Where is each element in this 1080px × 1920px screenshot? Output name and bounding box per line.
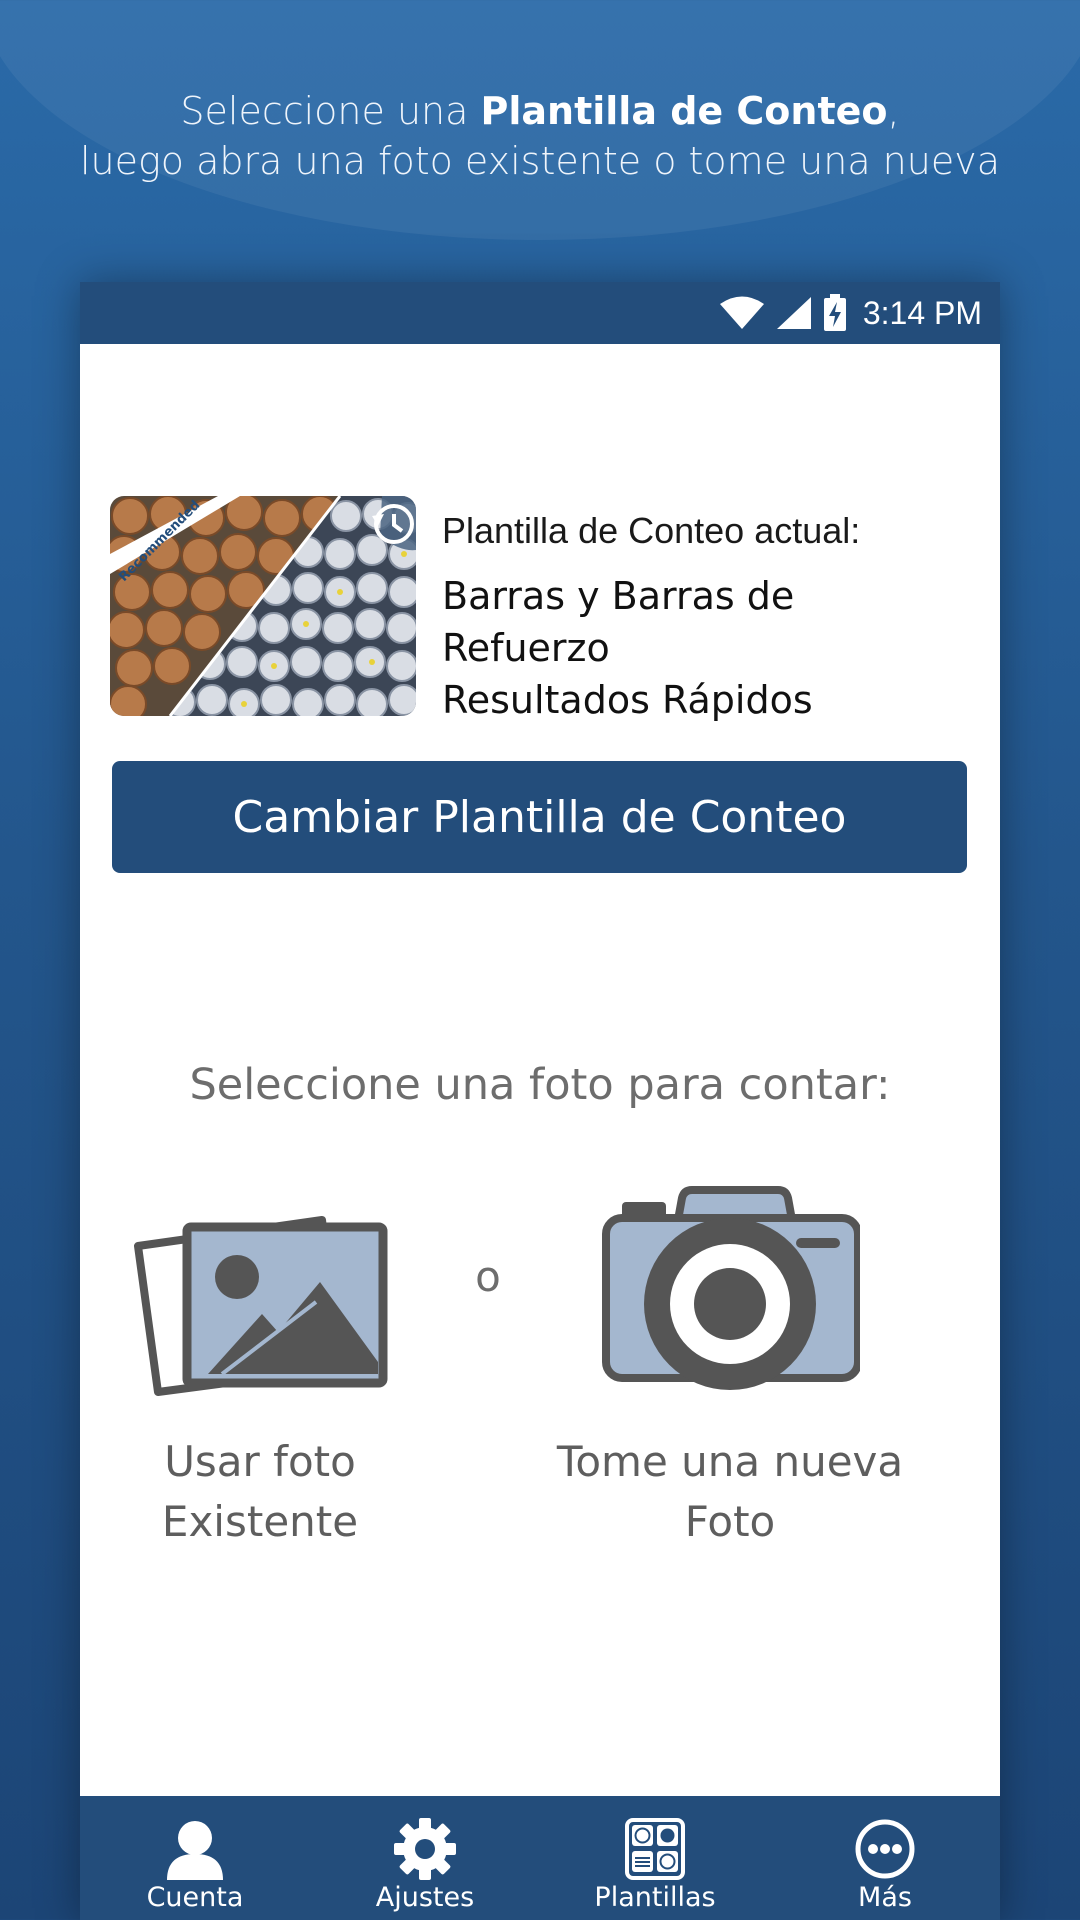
new-label-line1: Tome una nueva: [556, 1437, 904, 1486]
page-headline: Seleccione una Plantilla de Conteo, lueg…: [0, 86, 1080, 186]
existing-label-line2: Existente: [161, 1497, 359, 1546]
headline-bold: Plantilla de Conteo: [480, 89, 888, 133]
battery-charging-icon: [823, 294, 846, 331]
phone-screen: 3:14 PM Recommended Plantilla de Conteo …: [80, 282, 1000, 1920]
nav-label-cuenta: Cuenta: [146, 1882, 244, 1913]
nav-item-cuenta[interactable]: Cuenta: [105, 1796, 285, 1913]
template-thumbnail: Recommended: [110, 496, 416, 716]
nav-label-plantillas: Plantillas: [594, 1882, 716, 1913]
nav-item-ajustes[interactable]: Ajustes: [335, 1796, 515, 1913]
gear-icon: [394, 1818, 456, 1880]
bottom-navigation: Cuenta Ajustes Plantillas Más: [80, 1796, 1000, 1920]
headline-line2: luego abra una foto existente o tome una…: [79, 139, 1000, 183]
headline-suffix: ,: [887, 89, 900, 133]
camera-icon: [602, 1186, 862, 1390]
nav-item-mas[interactable]: Más: [795, 1796, 975, 1913]
status-bar: 3:14 PM: [80, 282, 1000, 344]
or-separator: o: [475, 1252, 501, 1301]
signal-icon: [776, 297, 811, 329]
more-icon: [855, 1819, 915, 1879]
existing-label-line1: Usar foto: [164, 1437, 356, 1486]
template-name-line2: Resultados Rápidos: [442, 678, 813, 722]
template-name-line1: Barras y Barras de Refuerzo: [442, 574, 795, 670]
templates-icon: [625, 1818, 685, 1880]
person-icon: [167, 1821, 223, 1880]
take-new-photo-option[interactable]: Tome una nueva Foto: [540, 1182, 920, 1552]
use-existing-photo-option[interactable]: Usar foto Existente: [130, 1182, 390, 1552]
template-heading: Plantilla de Conteo actual:: [442, 510, 861, 551]
gallery-icon: [134, 1216, 388, 1396]
template-info: Plantilla de Conteo actual: Barras y Bar…: [442, 496, 970, 722]
select-photo-title: Seleccione una foto para contar:: [189, 1060, 891, 1110]
wifi-icon: [719, 296, 764, 329]
change-template-button[interactable]: Cambiar Plantilla de Conteo: [112, 761, 967, 873]
status-time: 3:14 PM: [862, 294, 982, 331]
current-template-card[interactable]: Recommended Plantilla de Conteo actual: …: [110, 496, 970, 722]
nav-item-plantillas[interactable]: Plantillas: [565, 1796, 745, 1913]
nav-label-ajustes: Ajustes: [375, 1882, 475, 1913]
nav-label-mas: Más: [858, 1882, 912, 1913]
new-label-line2: Foto: [684, 1497, 776, 1546]
headline-prefix: Seleccione una: [180, 89, 481, 133]
